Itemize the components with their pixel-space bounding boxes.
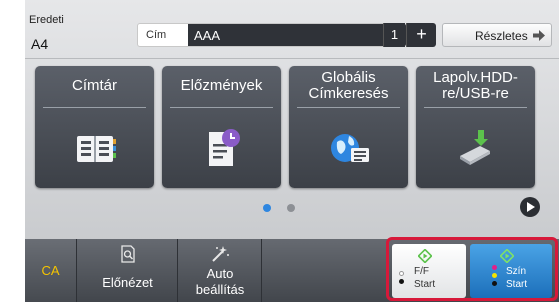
tile-divider xyxy=(43,107,146,108)
tile-label: Előzmények xyxy=(180,77,263,94)
page-indicator-active[interactable] xyxy=(263,204,271,212)
tile-label: Címtár xyxy=(72,77,117,94)
preview-label: Előnézet xyxy=(102,275,153,290)
usb-storage-icon xyxy=(460,130,490,165)
original-value: A4 xyxy=(31,36,49,52)
title-field-value[interactable]: AAA xyxy=(188,24,406,46)
title-field[interactable]: Cím AAA xyxy=(137,23,406,47)
details-button[interactable]: Részletes xyxy=(442,23,552,47)
tile-address-book[interactable]: Címtár xyxy=(35,66,154,188)
address-book-icon xyxy=(77,136,116,162)
magic-wand-icon xyxy=(212,246,229,262)
preview-icon xyxy=(120,245,135,263)
copies-count[interactable]: 1 xyxy=(383,23,405,47)
start-buttons-highlight xyxy=(386,237,558,301)
tile-history[interactable]: Előzmények xyxy=(162,66,281,188)
details-label: Részletes xyxy=(475,29,528,43)
screen: Eredeti A4 Cím AAA 1 + Részletes Címtár xyxy=(25,0,559,302)
auto-set-label: Auto beállítás xyxy=(179,266,261,298)
auto-set-label-line2: beállítás xyxy=(195,282,245,297)
arrow-right-icon xyxy=(533,30,545,41)
page-indicator[interactable] xyxy=(287,204,295,212)
tile-divider xyxy=(297,107,400,108)
original-label: Eredeti xyxy=(29,14,64,26)
tile-divider xyxy=(424,107,527,108)
tile-divider xyxy=(170,107,273,108)
clear-all-button[interactable]: CA xyxy=(25,239,77,302)
tile-scan-to-hdd-usb[interactable]: Lapolv.HDD-re/USB-re xyxy=(416,66,535,188)
tile-label: Globális Címkeresés xyxy=(308,69,389,102)
tile-label: Lapolv.HDD-re/USB-re xyxy=(433,69,518,102)
history-document-icon xyxy=(209,129,240,166)
original-size-selector[interactable]: Eredeti A4 xyxy=(29,14,133,58)
preview-button[interactable]: Előnézet xyxy=(78,239,178,302)
next-page-button[interactable] xyxy=(520,197,540,217)
auto-set-button[interactable]: Auto beállítás xyxy=(179,239,262,302)
play-icon xyxy=(527,202,535,212)
auto-set-label-line1: Auto xyxy=(206,266,234,281)
title-field-label: Cím xyxy=(146,29,167,41)
plus-button[interactable]: + xyxy=(406,23,436,47)
global-search-icon xyxy=(331,134,369,162)
divider xyxy=(25,58,559,59)
tile-global-search[interactable]: Globális Címkeresés xyxy=(289,66,408,188)
